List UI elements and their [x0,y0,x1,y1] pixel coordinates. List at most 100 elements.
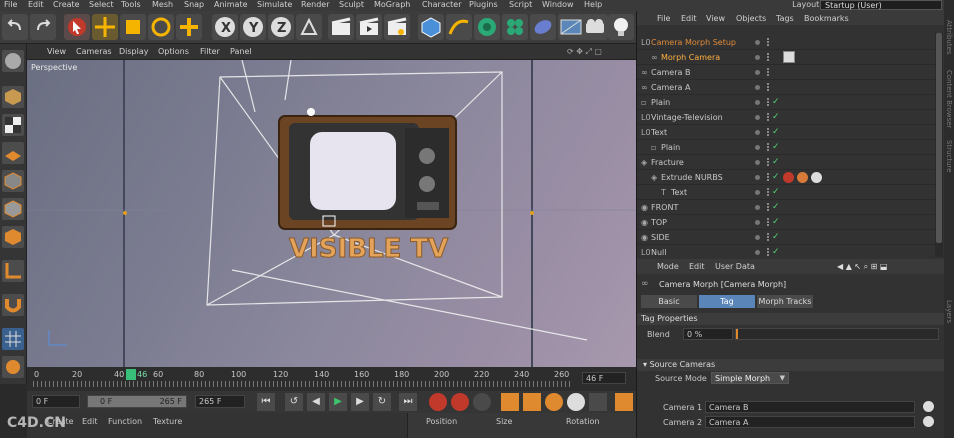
autokey-button[interactable] [451,393,469,411]
right-tab-attributes[interactable]: Attributes [945,20,953,55]
menu-script[interactable]: Script [509,0,532,10]
material-menu-create[interactable]: Create [47,417,74,426]
model-mode-button[interactable] [2,86,24,108]
enabled-check-icon[interactable]: ✓ [772,127,780,137]
material-menu-texture[interactable]: Texture [153,417,182,426]
om-menu-tags[interactable]: Tags [776,14,794,23]
attr-menu-mode[interactable]: Mode [657,262,679,271]
render-toggle-icon[interactable] [767,203,770,211]
viewport-menu-filter[interactable]: Filter [200,47,220,56]
visibility-dot-icon[interactable] [755,100,760,105]
camera2-link-field[interactable]: Camera A [705,416,915,428]
source-cameras-header[interactable]: ▾ Source Cameras [637,359,945,371]
scale-key-button[interactable] [523,393,541,411]
y-axis-button[interactable]: Y [240,14,266,40]
om-menu-file[interactable]: File [657,14,670,23]
redo-button[interactable] [30,14,56,40]
object-row[interactable]: ∞ Camera A [637,80,935,95]
snap-button[interactable] [2,294,24,316]
visibility-dot-icon[interactable] [755,85,760,90]
visibility-dot-icon[interactable] [755,160,760,165]
move-button[interactable] [92,14,118,40]
menu-snap[interactable]: Snap [184,0,204,10]
right-tab-content-browser[interactable]: Content Browser [945,70,953,128]
object-row[interactable]: T Text ✓ [637,185,935,200]
render-toggle-icon[interactable] [767,83,770,91]
camera2-picker-icon[interactable] [923,416,934,427]
object-row[interactable]: ◉ TOP ✓ [637,215,935,230]
menu-sculpt[interactable]: Sculpt [339,0,364,10]
coordinate-system-button[interactable] [296,14,322,40]
visibility-dot-icon[interactable] [755,130,760,135]
render-picture-viewer-button[interactable] [356,14,382,40]
object-row[interactable]: ◈ Extrude NURBS ✓ [637,170,935,185]
record-button[interactable] [429,393,447,411]
visibility-dot-icon[interactable] [755,235,760,240]
object-row[interactable]: L0 Camera Morph Setup [637,35,935,50]
viewport-menu-display[interactable]: Display [119,47,149,56]
attr-nav-icons[interactable]: ◀ ▲ ↖ ⌕ ⊞ ⬓ [837,262,887,272]
object-row[interactable]: ▫ Plain ✓ [637,140,935,155]
menu-character[interactable]: Character [422,0,462,10]
visibility-dot-icon[interactable] [755,205,760,210]
object-row[interactable]: L0 Vintage-Television ✓ [637,110,935,125]
tab-basic[interactable]: Basic [641,295,697,308]
render-toggle-icon[interactable] [767,248,770,256]
object-row[interactable]: L0 Null ✓ [637,245,935,260]
render-toggle-icon[interactable] [767,113,770,121]
make-editable-button[interactable] [2,50,24,72]
cube-button[interactable] [418,14,444,40]
polygons-mode-button[interactable] [2,226,24,248]
enabled-check-icon[interactable]: ✓ [772,172,780,182]
position-key-button[interactable] [501,393,519,411]
camera-morph-tag-icon[interactable] [783,51,795,63]
points-mode-button[interactable] [2,170,24,192]
object-row[interactable]: ◉ SIDE ✓ [637,230,935,245]
pla-key-button[interactable] [589,393,607,411]
texture-mode-button[interactable] [2,114,24,136]
array-button[interactable] [502,14,528,40]
viewport-menu-cameras[interactable]: Cameras [76,47,112,56]
visibility-dot-icon[interactable] [755,220,760,225]
nurbs-button[interactable] [474,14,500,40]
z-axis-button[interactable]: Z [268,14,294,40]
viewport-menu-view[interactable]: View [47,47,66,56]
grid-button[interactable] [2,328,24,350]
visibility-dot-icon[interactable] [755,40,760,45]
material-menu-function[interactable]: Function [108,417,142,426]
scale-button[interactable] [120,14,146,40]
object-row[interactable]: ∞ Camera B [637,65,935,80]
render-toggle-icon[interactable] [767,128,770,136]
visibility-dot-icon[interactable] [755,145,760,150]
next-frame-button[interactable]: ▶ [351,393,369,411]
playhead[interactable] [126,369,136,380]
viewport-nav-icons[interactable]: ⟳ ✥ ⤢ ▢ [567,47,602,57]
render-toggle-icon[interactable] [767,218,770,226]
viewport[interactable]: Perspective VISIBLE TV [27,60,636,367]
light-button[interactable] [608,14,634,40]
visibility-dot-icon[interactable] [755,190,760,195]
camera1-picker-icon[interactable] [923,401,934,412]
menu-render[interactable]: Render [301,0,329,10]
om-menu-bookmarks[interactable]: Bookmarks [804,14,849,23]
right-tab-structure[interactable]: Structure [945,140,953,173]
enabled-check-icon[interactable]: ✓ [772,112,780,122]
menu-simulate[interactable]: Simulate [257,0,292,10]
render-toggle-icon[interactable] [767,233,770,241]
visibility-dot-icon[interactable] [755,55,760,60]
right-tab-layers[interactable]: Layers [945,300,953,323]
visibility-dot-icon[interactable] [755,175,760,180]
material-tag-icon[interactable] [811,172,822,183]
blend-field[interactable]: 0 % [683,328,733,340]
menu-mesh[interactable]: Mesh [152,0,173,10]
enabled-check-icon[interactable]: ✓ [772,217,780,227]
start-frame-field[interactable]: 0 F [32,395,80,408]
material-tag-icon[interactable] [797,172,808,183]
camera-button[interactable] [582,14,608,40]
prev-frame-button[interactable]: ◀ [307,393,325,411]
render-toggle-icon[interactable] [767,38,770,46]
next-key-button[interactable]: ↻ [373,393,391,411]
attr-menu-edit[interactable]: Edit [689,262,705,271]
prev-key-button[interactable]: ↺ [285,393,303,411]
transform-button[interactable] [176,14,202,40]
